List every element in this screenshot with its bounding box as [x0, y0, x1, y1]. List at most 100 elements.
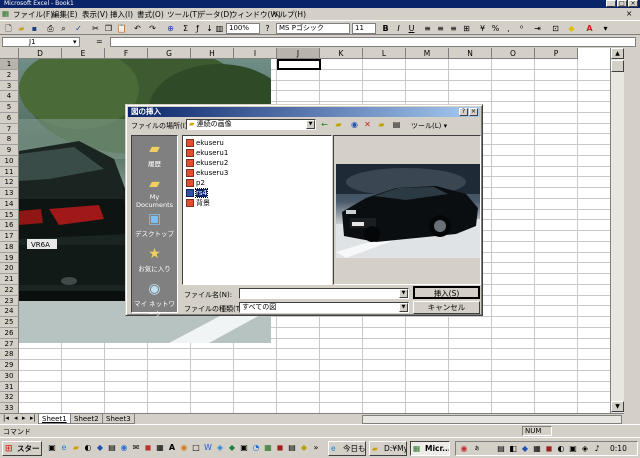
tab-prev-icon[interactable]: ◂ — [14, 414, 18, 422]
tray-icon-5[interactable]: ◆ — [520, 444, 530, 454]
up-folder-icon[interactable]: ▰ — [333, 119, 344, 130]
spelling-icon[interactable]: ✓ — [73, 23, 84, 34]
filetype-select[interactable]: すべての図 — [239, 302, 409, 313]
row-header-32[interactable]: 32 — [0, 392, 19, 403]
row-header-25[interactable]: 25 — [0, 317, 19, 328]
cancel-button[interactable]: キャンセル — [413, 301, 480, 314]
preview-icon[interactable]: ⌕ — [58, 23, 69, 34]
redo-icon[interactable]: ↷ — [147, 23, 158, 34]
tab-first-icon[interactable]: |◂ — [3, 414, 9, 422]
comma-icon[interactable]: , — [503, 23, 514, 34]
column-header-n[interactable]: N — [449, 48, 492, 59]
hyperlink-icon[interactable]: ⊕ — [165, 23, 176, 34]
quicklaunch-icon-8[interactable]: ✉ — [131, 443, 141, 453]
save-icon[interactable]: ▪ — [29, 23, 40, 34]
bold-icon[interactable]: B — [380, 23, 391, 34]
quicklaunch-icon-6[interactable]: ▤ — [107, 443, 117, 453]
underline-icon[interactable]: U — [406, 23, 417, 34]
doc-close-icon[interactable]: × — [626, 9, 632, 18]
fill-color-icon[interactable]: ◆ — [566, 23, 577, 34]
row-header-3[interactable]: 3 — [0, 80, 19, 92]
name-box[interactable]: J1 — [2, 37, 80, 47]
function-icon[interactable]: ƒ — [192, 23, 203, 34]
maximize-button[interactable]: □ — [617, 0, 627, 7]
vertical-scrollbar[interactable]: ▲ ▼ — [610, 48, 624, 413]
print-icon[interactable]: ⎙ — [45, 23, 56, 34]
row-header-24[interactable]: 24 — [0, 306, 19, 317]
zoom-select[interactable]: 100% — [226, 23, 260, 34]
location-dropdown-icon[interactable]: ▼ — [306, 120, 315, 129]
file-item[interactable]: ekuseru2 — [186, 159, 228, 168]
horizontal-scrollbar[interactable] — [362, 415, 622, 424]
dialog-help-button[interactable]: ? — [459, 108, 468, 116]
size-select[interactable]: 11 — [352, 23, 376, 34]
quicklaunch-icon-4[interactable]: ◐ — [83, 443, 93, 453]
quicklaunch-icon-5[interactable]: ◆ — [95, 443, 105, 453]
row-header-21[interactable]: 21 — [0, 274, 19, 285]
place-desktop[interactable]: ▣ デスクトップ — [132, 208, 177, 242]
start-button[interactable]: ⊞ スタート — [2, 441, 42, 456]
ie-quicklaunch-icon[interactable]: e — [59, 443, 69, 453]
row-header-27[interactable]: 27 — [0, 338, 19, 350]
menu-edit[interactable]: 編集(E) — [52, 9, 78, 20]
quicklaunch-icon-13[interactable]: □ — [191, 443, 201, 453]
row-header-2[interactable]: 2 — [0, 69, 19, 81]
column-header-e[interactable]: E — [62, 48, 105, 59]
row-header-17[interactable]: 17 — [0, 231, 19, 242]
quicklaunch-icon-7[interactable]: ◉ — [119, 443, 129, 453]
file-item[interactable]: ekuseru1 — [186, 149, 228, 158]
scroll-thumb[interactable] — [611, 60, 624, 72]
row-header-12[interactable]: 12 — [0, 177, 19, 188]
quicklaunch-icon-20[interactable]: ◼ — [275, 443, 285, 453]
row-header-13[interactable]: 13 — [0, 188, 19, 199]
filename-dropdown-icon[interactable]: ▼ — [399, 289, 408, 298]
equals-icon[interactable]: = — [96, 37, 103, 46]
place-my-documents[interactable]: ▰ My Documents — [132, 173, 177, 209]
tray-icon-10[interactable]: ◈ — [580, 444, 590, 454]
file-item[interactable]: rs4 — [186, 188, 208, 198]
menu-tools[interactable]: ツール(T) — [167, 9, 200, 20]
merge-icon[interactable]: ⊞ — [461, 23, 472, 34]
align-center-icon[interactable]: ≡ — [435, 23, 446, 34]
column-header-i[interactable]: I — [234, 48, 277, 59]
row-header-20[interactable]: 20 — [0, 263, 19, 274]
row-header-18[interactable]: 18 — [0, 241, 19, 253]
filename-input[interactable] — [239, 288, 409, 299]
indent-icon[interactable]: ⇥ — [532, 23, 543, 34]
menu-insert[interactable]: 挿入(I) — [110, 9, 133, 20]
row-header-6[interactable]: 6 — [0, 112, 19, 124]
minimize-button[interactable]: _ — [606, 0, 616, 7]
column-header-o[interactable]: O — [492, 48, 535, 59]
quicklaunch-icon-12[interactable]: ◉ — [179, 443, 189, 453]
taskbar-excel-window[interactable]: ▦ Micr... — [410, 441, 450, 456]
desktop-quicklaunch-icon[interactable]: ▣ — [47, 443, 57, 453]
menu-data[interactable]: データ(D) — [198, 9, 232, 20]
menu-view[interactable]: 表示(V) — [82, 9, 108, 20]
column-header-p[interactable]: P — [535, 48, 578, 59]
italic-icon[interactable]: I — [393, 23, 404, 34]
column-header-h[interactable]: H — [191, 48, 234, 59]
sheet-tab-2[interactable]: Sheet2 — [70, 414, 103, 424]
row-header-31[interactable]: 31 — [0, 381, 19, 393]
row-header-22[interactable]: 22 — [0, 284, 19, 296]
new-icon[interactable]: 🗋 — [3, 23, 14, 34]
row-header-19[interactable]: 19 — [0, 252, 19, 264]
column-header-d[interactable]: D — [19, 48, 62, 59]
quicklaunch-icon-10[interactable]: ▦ — [155, 443, 165, 453]
quicklaunch-icon-23[interactable]: » — [311, 443, 321, 453]
views-icon[interactable]: ▤ — [391, 119, 402, 130]
column-header-m[interactable]: M — [406, 48, 449, 59]
tab-last-icon[interactable]: ▸| — [30, 414, 36, 422]
quicklaunch-icon-17[interactable]: ▣ — [239, 443, 249, 453]
place-history[interactable]: ▰ 履歴 — [132, 138, 177, 172]
quicklaunch-icon-18[interactable]: ◔ — [251, 443, 261, 453]
menu-file[interactable]: ファイル(F) — [13, 9, 53, 20]
row-header-28[interactable]: 28 — [0, 349, 19, 360]
open-icon[interactable]: ▰ — [16, 23, 27, 34]
cut-icon[interactable]: ✂ — [90, 23, 101, 34]
column-header-f[interactable]: F — [105, 48, 148, 59]
column-header-g[interactable]: G — [148, 48, 191, 59]
excel-doc-icon[interactable]: ▦ — [2, 9, 9, 18]
file-item[interactable]: ekuseru — [186, 139, 224, 148]
row-header-26[interactable]: 26 — [0, 327, 19, 339]
